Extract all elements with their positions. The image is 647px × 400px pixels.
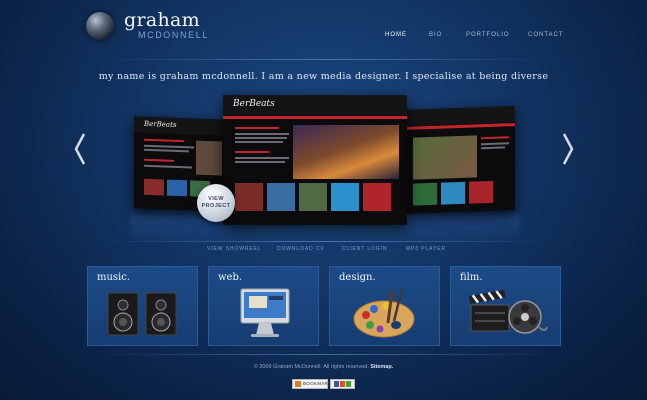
- chevron-right-icon: [562, 133, 574, 165]
- view-project-label-line2: PROJECT: [201, 203, 231, 209]
- slide-thumbnail: [235, 183, 263, 211]
- footer-copyright: © 2009 Graham McDonnell. All rights rese…: [253, 364, 369, 370]
- slide-text-line: [481, 142, 509, 145]
- category-card-web[interactable]: web.: [208, 266, 319, 346]
- slide-thumbnail: [441, 181, 465, 205]
- divider: [94, 241, 556, 242]
- slide-thumbnail: [167, 179, 187, 197]
- slide-thumbnail: [413, 182, 437, 206]
- main-nav: HOME BIO PORTFOLIO CONTACT: [0, 32, 647, 44]
- footer: © 2009 Graham McDonnell. All rights rese…: [0, 364, 647, 370]
- nav-contact[interactable]: CONTACT: [528, 32, 564, 38]
- divider: [94, 354, 556, 355]
- card-title: film.: [460, 272, 483, 283]
- slide-thumbnail: [331, 183, 359, 211]
- slide-thumbnail: [363, 183, 391, 211]
- slide-heading: [235, 151, 269, 153]
- share-badge[interactable]: [330, 379, 355, 389]
- slide-text-line: [144, 148, 189, 152]
- slide-heading: [144, 138, 184, 143]
- slide-photo: [196, 140, 222, 176]
- slide-thumbnail: [469, 180, 493, 204]
- category-card-film[interactable]: film.: [450, 266, 561, 346]
- palette-icon: [353, 288, 415, 338]
- quick-links: VIEW SHOWREEL DOWNLOAD CV CLIENT LOGIN M…: [0, 246, 647, 256]
- slide-thumbnail: [267, 183, 295, 211]
- portfolio-slide-right[interactable]: [405, 106, 515, 214]
- slide-heading: [144, 158, 174, 162]
- view-project-label-line1: VIEW: [208, 196, 224, 202]
- bookmark-badge[interactable]: BOOKMARK: [292, 379, 332, 389]
- slide-text-line: [144, 164, 192, 168]
- carousel-next-button[interactable]: [561, 132, 575, 166]
- slide-heading: [235, 127, 279, 129]
- card-title: web.: [218, 272, 243, 283]
- nav-portfolio[interactable]: PORTFOLIO: [466, 32, 510, 38]
- slide-heading: [481, 136, 509, 140]
- slide-text-line: [235, 161, 285, 163]
- nav-bio[interactable]: BIO: [429, 32, 442, 38]
- slide-photo: [293, 125, 399, 179]
- slide-nav-strip: [223, 116, 407, 119]
- slide-brand: BerBeats: [233, 99, 275, 109]
- slide-photo: [413, 135, 477, 180]
- imac-icon: [240, 288, 290, 337]
- link-view-showreel[interactable]: VIEW SHOWREEL: [207, 246, 261, 252]
- clapperboard-reel-icon: [468, 289, 548, 334]
- link-mp3-player[interactable]: MP3 PLAYER: [406, 246, 446, 252]
- slide-text-line: [235, 133, 289, 135]
- carousel-prev-button[interactable]: [73, 132, 87, 166]
- category-card-design[interactable]: design.: [329, 266, 440, 346]
- slide-text-line: [235, 157, 289, 159]
- slide-brand: BerBeats: [144, 119, 177, 129]
- card-title: music.: [97, 272, 131, 283]
- portfolio-slide-center[interactable]: BerBeats: [223, 95, 407, 225]
- logo-name[interactable]: graham: [124, 9, 200, 31]
- view-project-button[interactable]: VIEW PROJECT: [197, 184, 235, 222]
- footer-sitemap-link[interactable]: Sitemap.: [370, 364, 393, 370]
- slide-text-line: [481, 146, 505, 149]
- nav-home[interactable]: HOME: [385, 32, 407, 38]
- slide-text-line: [144, 144, 194, 149]
- tagline: my name is graham mcdonnell. I am a new …: [98, 71, 549, 82]
- divider: [94, 59, 556, 60]
- slide-thumbnail: [299, 183, 327, 211]
- bookmark-icon: [295, 381, 301, 387]
- speakers-icon: [107, 292, 177, 336]
- category-card-music[interactable]: music.: [87, 266, 198, 346]
- card-title: design.: [339, 272, 376, 283]
- bookmark-label: BOOKMARK: [303, 381, 332, 386]
- chevron-left-icon: [74, 133, 86, 165]
- slide-text-line: [235, 137, 287, 139]
- share-icons: [334, 381, 351, 387]
- link-download-cv[interactable]: DOWNLOAD CV: [277, 246, 325, 252]
- slide-thumbnail: [144, 178, 164, 196]
- slide-text-line: [235, 141, 283, 143]
- link-client-login[interactable]: CLIENT LOGIN: [342, 246, 387, 252]
